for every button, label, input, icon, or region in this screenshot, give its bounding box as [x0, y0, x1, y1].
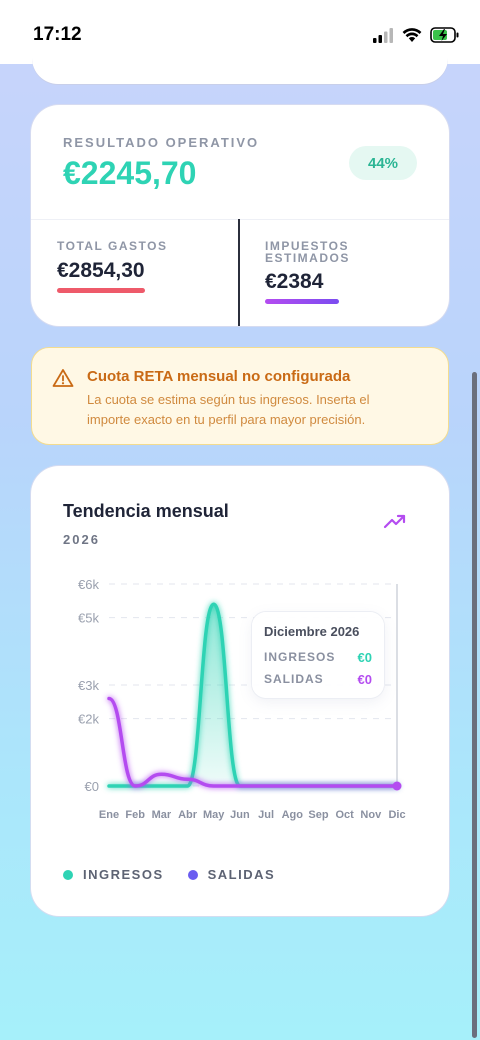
y-tick-label: €5k: [78, 611, 99, 626]
divider: [238, 219, 240, 326]
alert-text: La cuota se estima según tus ingresos. I…: [87, 390, 417, 430]
legend-label: SALIDAS: [207, 867, 276, 882]
trend-chart[interactable]: €0 €2k €3k €5k €6k Ene Feb Mar Abr May Jun Jul Ago Se…: [31, 466, 449, 846]
scrollbar[interactable]: [472, 372, 477, 1038]
alert-title: Cuota RETA mensual no configurada: [87, 368, 351, 385]
operating-result-value: €2245,70: [63, 155, 197, 191]
x-tick-label: Jun: [230, 809, 250, 821]
legend-dot: [63, 869, 73, 880]
x-tick-label: Feb: [125, 809, 145, 821]
y-tick-label: €6k: [78, 577, 99, 592]
tooltip-month: Diciembre 2026: [264, 624, 360, 639]
margin-badge: 44%: [349, 146, 417, 180]
x-tick-label: May: [203, 809, 225, 821]
status-icons: [372, 24, 460, 46]
alert-text-line: importe exacto en tu perfil para mayor p…: [87, 412, 366, 427]
x-tick-label: Oct: [335, 809, 354, 821]
x-tick-label: Abr: [178, 809, 198, 821]
tooltip-expense-label: SALIDAS: [264, 672, 324, 686]
operating-result-card: RESULTADO OPERATIVO €2245,70 44% TOTAL G…: [31, 105, 449, 326]
x-tick-label: Sep: [308, 809, 328, 821]
x-tick-label: Jul: [258, 809, 274, 821]
signal-icon: [373, 28, 393, 43]
x-tick-label: Dic: [388, 809, 405, 821]
tooltip-income-value: €0: [357, 650, 372, 665]
total-expenses-label: TOTAL GASTOS: [57, 239, 168, 253]
previous-card: [32, 50, 448, 84]
tooltip-income-label: INGRESOS: [264, 650, 336, 664]
monthly-trend-card: Tendencia mensual 2026 €0 €2k €3k €5k €6k Ene…: [31, 466, 449, 916]
x-tick-label: Nov: [360, 809, 382, 821]
wifi-icon: [402, 28, 422, 42]
alert-text-line: La cuota se estima según tus ingresos. I…: [87, 392, 370, 407]
estimated-taxes-value: €2384: [265, 270, 324, 293]
legend-item-income[interactable]: INGRESOS: [63, 867, 164, 882]
chart-legend: INGRESOS SALIDAS: [63, 867, 299, 882]
x-tick-label: Ene: [99, 809, 119, 821]
total-expenses-value: €2854,30: [57, 259, 145, 282]
tooltip-expense-value: €0: [357, 672, 372, 687]
warning-icon: [52, 369, 74, 387]
y-tick-label: €3k: [78, 678, 99, 693]
operating-result-label: RESULTADO OPERATIVO: [63, 135, 260, 150]
expense-line: [107, 696, 399, 788]
chart-tooltip: Diciembre 2026 INGRESOS €0 SALIDAS €0: [252, 612, 384, 698]
legend-dot: [187, 869, 198, 880]
x-tick-label: Ago: [282, 809, 304, 821]
legend-label: INGRESOS: [83, 867, 164, 882]
legend-item-expenses[interactable]: SALIDAS: [187, 867, 276, 882]
status-time: 17:12: [33, 24, 82, 45]
reta-alert[interactable]: Cuota RETA mensual no configurada La cuo…: [31, 347, 449, 445]
y-tick-label: €2k: [78, 712, 99, 727]
estimated-taxes-label-line2: ESTIMADOS: [265, 251, 350, 265]
divider: [31, 219, 449, 220]
expenses-bar: [57, 288, 145, 293]
y-tick-label: €0: [85, 779, 99, 794]
active-point: [392, 781, 402, 791]
battery-charging-icon: [430, 27, 459, 43]
taxes-bar: [265, 299, 339, 304]
x-tick-label: Mar: [152, 809, 172, 821]
